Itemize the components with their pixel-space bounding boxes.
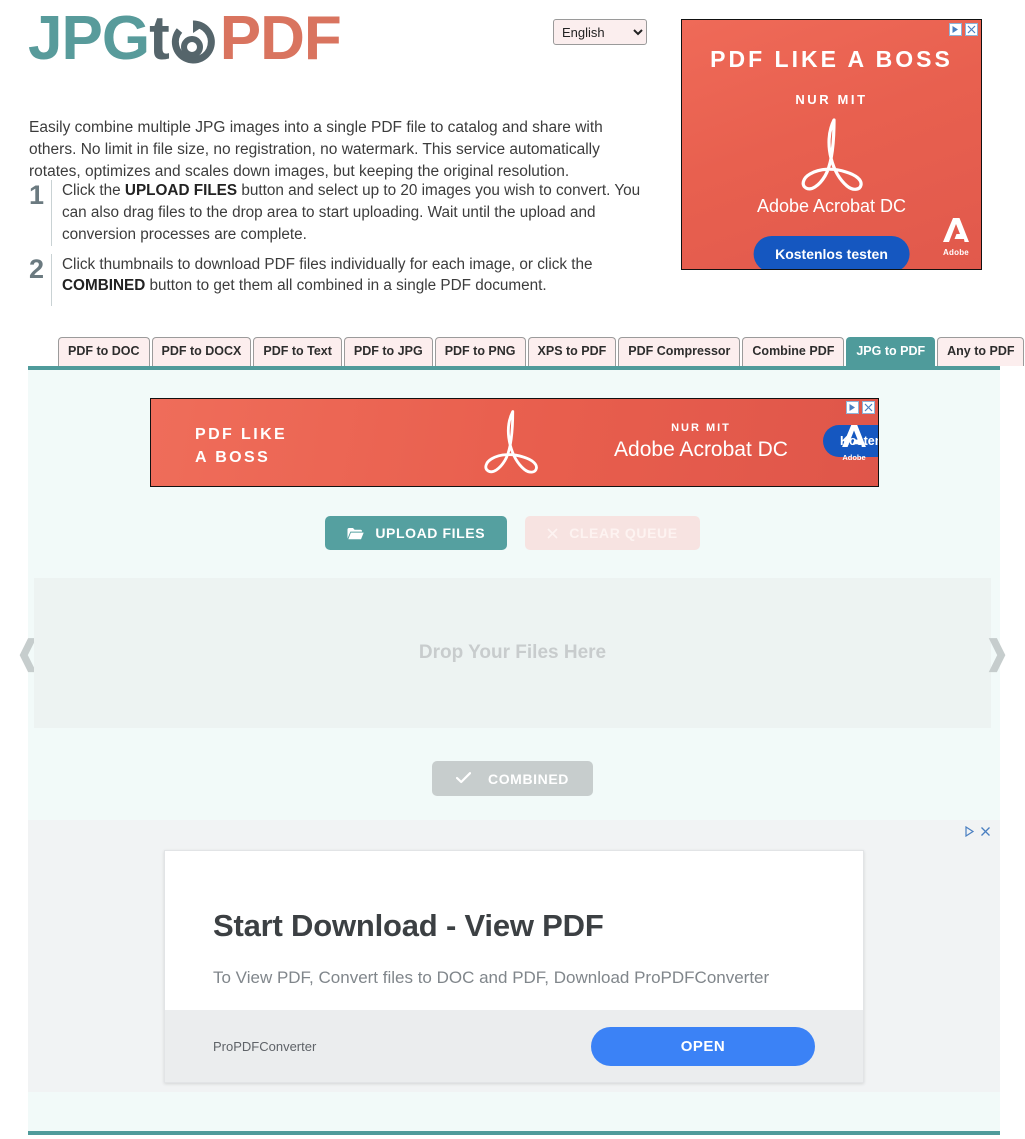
ad-square-cta-button[interactable]: Kostenlos testen: [753, 236, 910, 269]
tab-pdf-to-jpg[interactable]: PDF to JPG: [343, 337, 433, 366]
combined-label: COMBINED: [487, 770, 570, 787]
converter-tabs[interactable]: PDF to DOC PDF to DOCX PDF to Text PDF t…: [58, 337, 1025, 366]
step-bold-combined: COMBINED: [62, 277, 146, 295]
step-text: Click thumbnails to download PDF files i…: [51, 253, 644, 306]
drop-area-section: ❰ Drop Your Files Here ❱: [0, 578, 1025, 728]
close-x-icon: [547, 527, 558, 539]
tab-xps-to-pdf[interactable]: XPS to PDF: [527, 337, 617, 366]
tab-jpg-to-pdf[interactable]: JPG to PDF: [846, 337, 936, 366]
step-bold-upload-files: UPLOAD FILES: [124, 182, 238, 199]
intro-paragraph: Easily combine multiple JPG images into …: [29, 118, 603, 180]
adchoices-icon[interactable]: [949, 23, 962, 36]
close-ad-icon[interactable]: [862, 401, 875, 414]
step-item: 2 Click thumbnails to download PDF files…: [29, 253, 644, 306]
ad-banner-adobe[interactable]: PDF LIKE A BOSS NUR MIT Adobe Acrobat DC…: [150, 398, 879, 487]
step-item: 1 Click the UPLOAD FILES button and sele…: [29, 180, 644, 246]
tab-any-to-pdf[interactable]: Any to PDF: [937, 337, 1025, 366]
ad-banner-title-line1: PDF LIKE: [195, 426, 288, 443]
close-ad-icon[interactable]: [979, 825, 992, 838]
check-icon: [455, 771, 472, 787]
upload-files-label: UPLOAD FILES: [375, 525, 486, 541]
ad-banner-subtitle: NUR MIT: [671, 422, 731, 434]
adobe-brand-mark: Adobe: [842, 425, 866, 462]
language-select[interactable]: English: [553, 19, 647, 45]
tab-pdf-compressor[interactable]: PDF Compressor: [618, 337, 741, 366]
adobe-brand-text: Adobe: [842, 453, 866, 462]
ad-card-propdfconverter[interactable]: Start Download - View PDF To View PDF, C…: [164, 850, 864, 1083]
next-arrow-icon[interactable]: ❱: [983, 636, 1012, 670]
ad-square-product: Adobe Acrobat DC: [756, 196, 907, 216]
ad-card-headline: Start Download - View PDF: [213, 908, 604, 943]
file-drop-area[interactable]: Drop Your Files Here: [34, 578, 991, 728]
ad-square-subtitle: NUR MIT: [795, 92, 868, 107]
tab-pdf-to-docx[interactable]: PDF to DOCX: [151, 337, 252, 366]
step-text: Click the UPLOAD FILES button and select…: [51, 180, 644, 246]
step-number: 1: [29, 180, 45, 210]
logo-jpg-text: JPG: [28, 4, 150, 73]
acrobat-logo-icon: [682, 116, 981, 196]
combined-section: COMBINED: [0, 761, 1025, 796]
page-header: JPGt PDF English Easily combine multiple…: [0, 0, 1025, 318]
ad-square-title: PDF LIKE A BOSS: [710, 46, 953, 72]
adobe-brand-text: Adobe: [943, 248, 969, 257]
step-text-before: Click the: [62, 182, 125, 199]
logo-pdf-text: PDF: [219, 4, 342, 73]
tab-pdf-to-png[interactable]: PDF to PNG: [434, 337, 526, 366]
instruction-steps: 1 Click the UPLOAD FILES button and sele…: [29, 180, 644, 314]
ad-card-footer: ProPDFConverter OPEN: [165, 1010, 863, 1082]
tab-pdf-to-doc[interactable]: PDF to DOC: [58, 337, 150, 366]
adchoices-controls[interactable]: [963, 825, 992, 838]
step-number: 2: [29, 253, 45, 284]
tab-combine-pdf[interactable]: Combine PDF: [742, 337, 845, 366]
adchoices-controls[interactable]: [846, 401, 875, 414]
ad-banner-title-line2: A BOSS: [195, 449, 271, 467]
clear-queue-label: CLEAR QUEUE: [569, 525, 678, 541]
adchoices-controls[interactable]: [949, 23, 978, 36]
drop-area-label: Drop Your Files Here: [418, 642, 607, 663]
upload-files-button[interactable]: UPLOAD FILES: [325, 516, 508, 550]
close-ad-icon[interactable]: [965, 23, 978, 36]
adobe-brand-mark: Adobe: [943, 218, 969, 257]
folder-icon: [347, 527, 365, 540]
ad-bottom-zone: Start Download - View PDF To View PDF, C…: [28, 820, 1000, 1092]
tab-pdf-to-text[interactable]: PDF to Text: [253, 337, 342, 366]
site-logo: JPGt PDF: [28, 8, 342, 70]
ad-banner-title: PDF LIKE A BOSS: [195, 423, 287, 469]
adobe-logo-icon: [842, 425, 866, 451]
combined-button[interactable]: COMBINED: [431, 761, 594, 796]
circular-arrow-icon: [167, 16, 219, 68]
adchoices-icon[interactable]: [963, 825, 976, 838]
step-text-before: Click thumbnails to download PDF files i…: [62, 255, 593, 273]
upload-actions: UPLOAD FILES CLEAR QUEUE: [0, 516, 1025, 550]
ad-card-description: To View PDF, Convert files to DOC and PD…: [213, 968, 770, 987]
ad-banner-product: Adobe Acrobat DC: [614, 438, 788, 461]
acrobat-logo-icon: [469, 407, 553, 484]
ad-card-brand: ProPDFConverter: [213, 1038, 317, 1054]
clear-queue-button[interactable]: CLEAR QUEUE: [525, 516, 700, 550]
ad-open-button[interactable]: OPEN: [591, 1026, 815, 1066]
ad-square-adobe[interactable]: PDF LIKE A BOSS NUR MIT Adobe Acrobat DC…: [681, 19, 982, 270]
footer-band: [28, 1092, 1000, 1135]
adchoices-icon[interactable]: [846, 401, 859, 414]
step-text-after: button to get them all combined in a sin…: [145, 277, 547, 295]
